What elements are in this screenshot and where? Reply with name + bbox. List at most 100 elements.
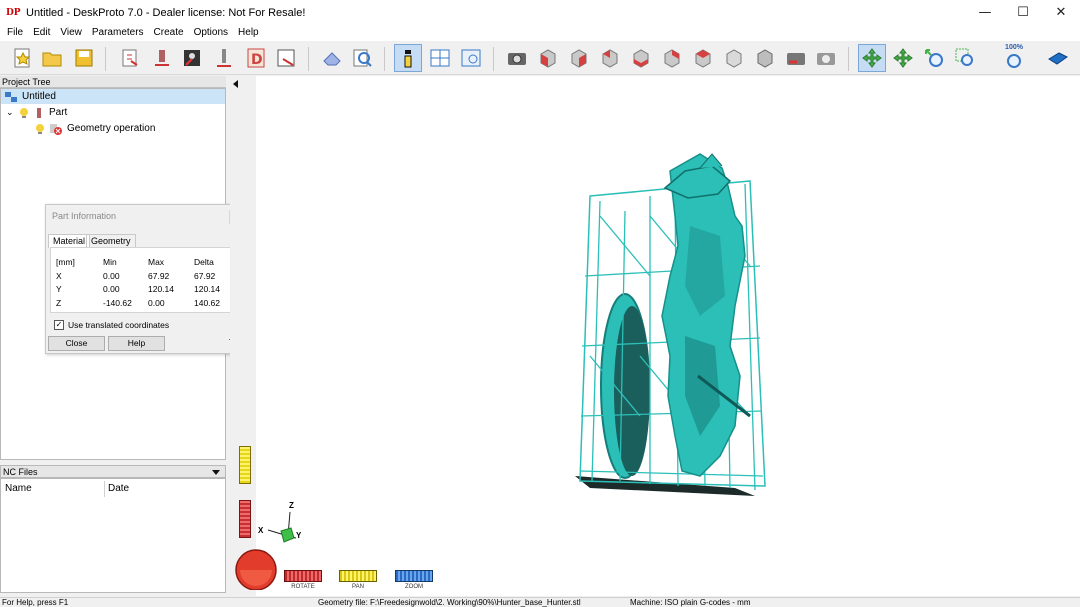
cube-top-icon (695, 49, 711, 68)
lightbulb-icon[interactable] (34, 123, 46, 135)
table-cell: 140.62 (194, 298, 220, 308)
close-dialog-button[interactable]: Close (48, 336, 105, 351)
view-back-button[interactable] (627, 44, 655, 72)
menu-view[interactable]: View (55, 25, 87, 41)
status-geometry-file: Geometry file: F:\Freedesignwold\2. Work… (318, 598, 581, 607)
save-project-button[interactable] (70, 44, 98, 72)
collapse-panel-icon[interactable] (233, 80, 238, 88)
pan-slider[interactable] (239, 446, 251, 484)
camera-next-button[interactable] (812, 44, 840, 72)
table-cell: 67.92 (194, 271, 216, 281)
cube-plain-icon (757, 49, 773, 68)
info-button[interactable] (394, 44, 422, 72)
close-button[interactable]: ✕ (1042, 0, 1080, 25)
help-dialog-button[interactable]: Help (108, 336, 165, 351)
camera-icon (508, 53, 526, 65)
camera-forward-icon (817, 53, 835, 65)
zoom-100-label: 100% (1005, 44, 1023, 51)
pan-control[interactable] (339, 570, 377, 582)
view-reset-button[interactable] (751, 44, 779, 72)
zoom-label: ZOOM (405, 584, 423, 590)
nc-files-list[interactable]: Name Date (0, 478, 226, 593)
menu-help[interactable]: Help (233, 25, 264, 41)
view-left-button[interactable] (658, 44, 686, 72)
zoom-control[interactable] (395, 570, 433, 582)
translated-coordinates-checkbox[interactable]: ✓ (54, 320, 64, 330)
table-cell: Z (56, 298, 62, 308)
zoom-100-button[interactable]: 100% (1000, 44, 1028, 72)
view-top-button[interactable] (689, 44, 717, 72)
viewport-side-controls (230, 76, 277, 596)
tree-item-part[interactable]: ⌄ Part (1, 105, 67, 120)
lightbulb-icon[interactable] (18, 107, 30, 119)
table-header-delta: Delta (194, 257, 214, 267)
open-project-button[interactable] (38, 44, 66, 72)
part-parameters-button[interactable] (148, 44, 176, 72)
cube-front-icon (571, 49, 587, 68)
operation-parameters-button[interactable] (178, 44, 206, 72)
load-geometry-icon (122, 49, 138, 67)
tree-geometry-label: Geometry operation (67, 123, 156, 134)
camera-previous-button[interactable] (782, 44, 810, 72)
eraser-icon (323, 52, 341, 66)
view-right-button[interactable] (596, 44, 624, 72)
rotate-mode-button[interactable] (858, 44, 886, 72)
menu-parameters[interactable]: Parameters (87, 25, 149, 41)
write-nc-icon (277, 49, 295, 67)
status-bar: For Help, press F1 Geometry file: F:\Fre… (0, 597, 1080, 607)
maximize-button[interactable]: ☐ (1004, 0, 1042, 25)
rotate-control[interactable] (284, 570, 322, 582)
3d-model-view[interactable] (230, 76, 1080, 596)
axis-z-label: Z (289, 501, 294, 510)
menu-edit[interactable]: Edit (28, 25, 55, 41)
title-bar: DP Untitled - DeskProto 7.0 - Dealer lic… (0, 0, 1080, 25)
zoom-mode-button[interactable] (920, 44, 948, 72)
expander-icon[interactable]: ⌄ (6, 107, 18, 118)
operation-params-icon (184, 50, 200, 66)
deskproto-window: DP Untitled - DeskProto 7.0 - Dealer lic… (0, 0, 1080, 607)
rotate-slider[interactable] (239, 500, 251, 538)
nc-files-title: NC Files (3, 467, 38, 477)
tool-parameters-button[interactable] (210, 44, 238, 72)
part-information-dialog: Part Information Material Geometry [mm] … (45, 204, 246, 354)
rotate-arrows-icon (862, 48, 882, 68)
menu-create[interactable]: Create (149, 25, 189, 41)
info-icon (404, 50, 412, 68)
tab-geometry[interactable]: Geometry (86, 234, 136, 248)
dialog-title: Part Information (52, 211, 117, 221)
svg-text:D: D (251, 52, 263, 68)
new-project-button[interactable] (8, 44, 36, 72)
layout-button[interactable] (426, 44, 454, 72)
minimize-button[interactable]: — (966, 0, 1004, 25)
pan-label: PAN (352, 584, 364, 590)
3d-viewport[interactable] (230, 76, 1080, 596)
load-geometry-button[interactable] (116, 44, 144, 72)
cube-back-icon (633, 49, 649, 68)
view-window-button[interactable] (457, 44, 485, 72)
pan-mode-button[interactable] (889, 44, 917, 72)
simulation-button[interactable] (318, 44, 346, 72)
dropdown-arrow-icon[interactable] (212, 470, 220, 475)
dimensions-button[interactable]: D (242, 44, 270, 72)
menu-options[interactable]: Options (189, 25, 233, 41)
table-cell: X (56, 271, 62, 281)
table-header-min: Min (103, 257, 117, 267)
zoom-window-button[interactable] (951, 44, 979, 72)
view-bottom-button[interactable] (720, 44, 748, 72)
rotate-dial[interactable] (232, 548, 278, 590)
tab-material[interactable]: Material (48, 234, 91, 248)
view-iso-button[interactable] (534, 44, 562, 72)
new-file-icon (14, 48, 31, 68)
tree-item-geometry-operation[interactable]: Geometry operation (34, 121, 155, 136)
menu-file[interactable]: File (2, 25, 28, 41)
screenshot-button[interactable] (503, 44, 531, 72)
view-front-button[interactable] (565, 44, 593, 72)
column-name[interactable]: Name (5, 483, 32, 494)
help-book-button[interactable] (1044, 44, 1072, 72)
column-date[interactable]: Date (108, 483, 129, 494)
write-nc-button[interactable] (272, 44, 300, 72)
tree-item-untitled[interactable]: Untitled (1, 89, 225, 104)
table-cell: Y (56, 284, 62, 294)
preview-button[interactable] (348, 44, 376, 72)
tool-icon (217, 49, 231, 67)
